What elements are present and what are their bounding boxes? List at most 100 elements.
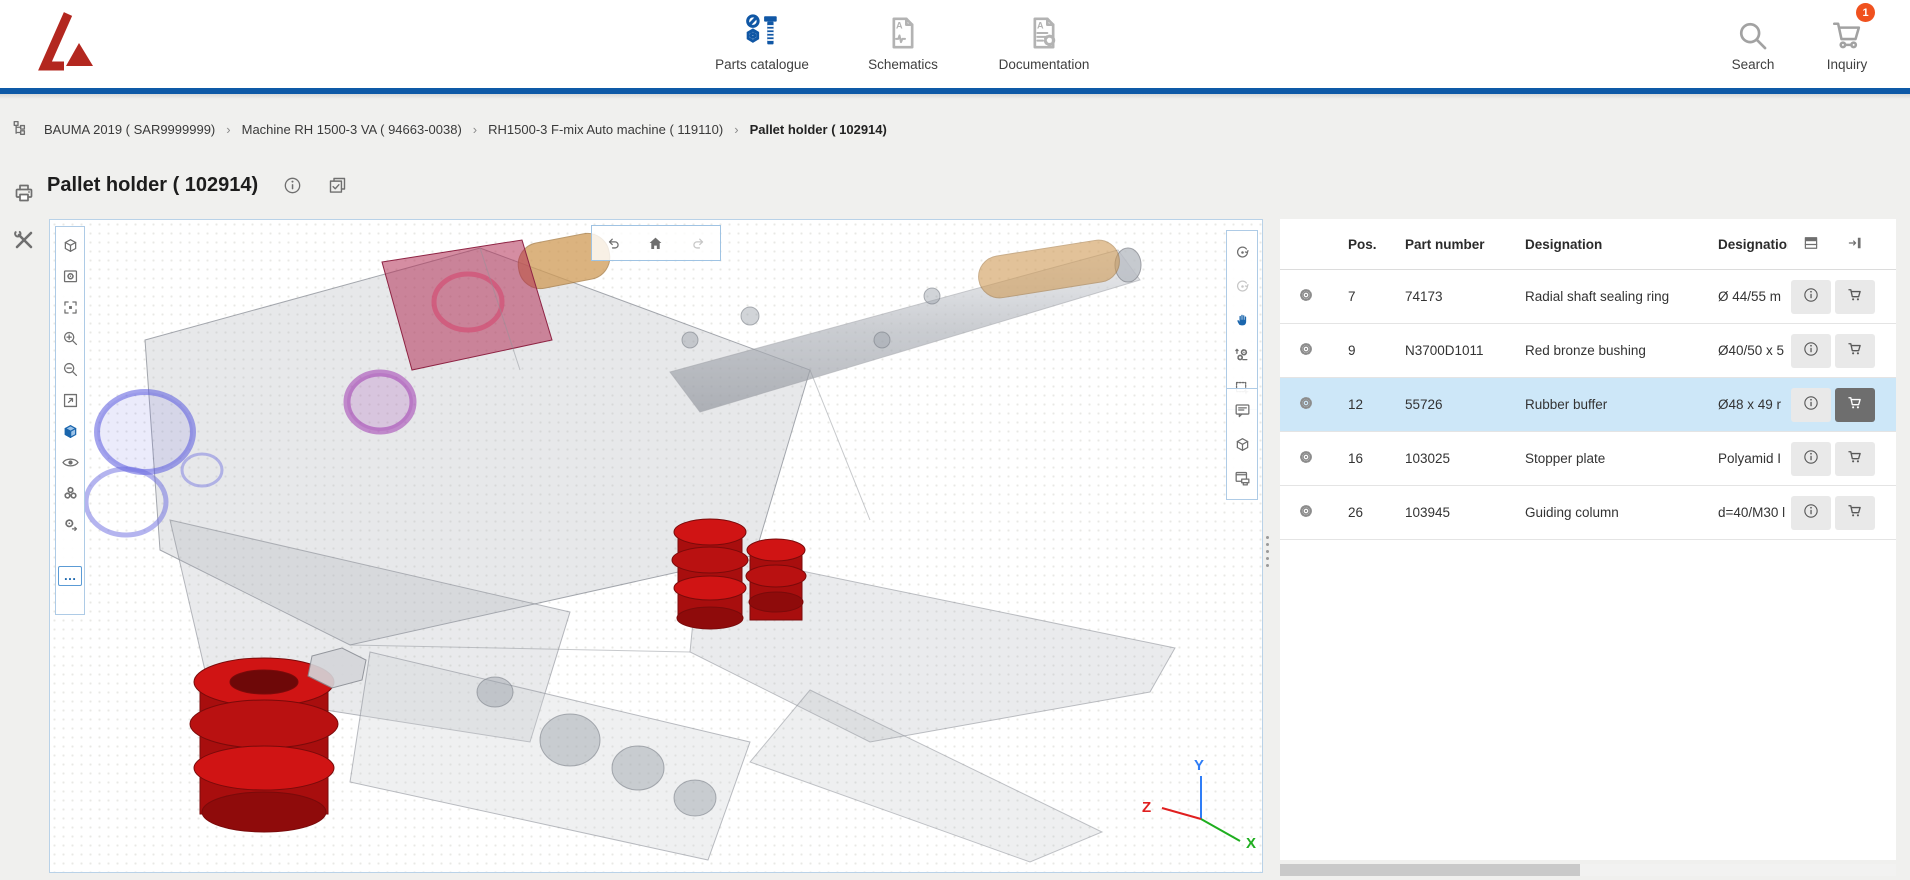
home-view-icon[interactable] <box>644 229 668 257</box>
part-settings-icon[interactable] <box>58 509 82 540</box>
horizontal-scrollbar[interactable] <box>1280 864 1896 876</box>
axis-indicator: Y X Z <box>1142 757 1256 852</box>
svg-text:X: X <box>1246 835 1256 852</box>
parts-table-panel: Pos. Part number Designation Designation… <box>1280 219 1896 860</box>
collapse-panel-icon[interactable] <box>1834 234 1876 255</box>
row-designation: Rubber buffer <box>1509 397 1702 412</box>
add-to-cart-button[interactable] <box>1835 496 1875 530</box>
zoom-in-icon[interactable] <box>58 323 82 354</box>
col-pos[interactable]: Pos. <box>1332 237 1389 252</box>
breadcrumb-separator: › <box>734 122 738 137</box>
shaded-view-icon[interactable] <box>58 416 82 447</box>
nav-schematics[interactable]: A Schematics <box>838 7 968 72</box>
info-button[interactable] <box>1791 280 1831 314</box>
top-header: Parts catalogue A Schematics A <box>0 0 1910 88</box>
nav-label: Schematics <box>868 57 938 72</box>
pan-icon[interactable] <box>1230 303 1254 337</box>
nav-inquiry[interactable]: 1 Inquiry <box>1806 7 1888 72</box>
documentation-icon: A <box>1024 7 1064 53</box>
view-cube-icon[interactable] <box>1230 427 1254 461</box>
table-row[interactable]: 12 55726 Rubber buffer Ø48 x 49 r <box>1280 378 1896 432</box>
svg-text:Y: Y <box>1194 757 1204 774</box>
more-tools-button[interactable]: … <box>58 566 82 586</box>
nav-label: Parts catalogue <box>715 57 809 72</box>
iso-view-icon[interactable] <box>58 230 82 261</box>
col-part-number[interactable]: Part number <box>1389 237 1509 252</box>
row-designation2: Polyamid I <box>1702 451 1788 466</box>
breadcrumb-item[interactable]: RH1500-3 F-mix Auto machine ( 119110) <box>488 122 723 137</box>
row-part-number: 103945 <box>1389 505 1509 520</box>
item-info-icon[interactable] <box>282 175 303 196</box>
col-designation2[interactable]: Designation <box>1702 237 1788 252</box>
search-icon <box>1736 7 1770 53</box>
print-button[interactable] <box>12 181 36 210</box>
capture-icon[interactable] <box>58 261 82 292</box>
app-window: Parts catalogue A Schematics A <box>0 0 1910 880</box>
page-title: Pallet holder ( 102914) <box>47 174 258 197</box>
row-designation: Red bronze bushing <box>1509 343 1702 358</box>
row-designation: Stopper plate <box>1509 451 1702 466</box>
add-to-cart-button[interactable] <box>1835 388 1875 422</box>
row-designation2: d=40/M30 l <box>1702 505 1788 520</box>
table-row[interactable]: 7 74173 Radial shaft sealing ring Ø 44/5… <box>1280 270 1896 324</box>
row-part-number: 74173 <box>1389 289 1509 304</box>
col-designation[interactable]: Designation <box>1509 237 1702 252</box>
fit-to-screen-icon[interactable] <box>58 385 82 416</box>
rotate-alt-icon[interactable] <box>1230 269 1254 303</box>
zoom-out-icon[interactable] <box>58 354 82 385</box>
title-row: Pallet holder ( 102914) <box>47 174 348 197</box>
nav-search[interactable]: Search <box>1712 7 1794 72</box>
header-shadow <box>0 94 1910 99</box>
add-to-cart-button[interactable] <box>1835 334 1875 368</box>
company-logo-icon[interactable] <box>38 10 96 72</box>
undo-icon[interactable] <box>601 229 625 257</box>
info-button[interactable] <box>1791 442 1831 476</box>
table-row[interactable]: 9 N3700D1011 Red bronze bushing Ø40/50 x… <box>1280 324 1896 378</box>
viewer-left-toolbar: … <box>55 226 85 615</box>
visibility-icon[interactable] <box>58 447 82 478</box>
row-part-number: 55726 <box>1389 397 1509 412</box>
utility-navigation: Search 1 Inquiry <box>1712 7 1888 72</box>
nav-label: Search <box>1732 57 1775 72</box>
annotations-icon[interactable] <box>1230 393 1254 427</box>
breadcrumb-items: BAUMA 2019 ( SAR9999999) › Machine RH 1500… <box>44 122 887 137</box>
doc-check-icon[interactable] <box>327 175 348 196</box>
hierarchy-tree-icon[interactable] <box>12 119 30 140</box>
scrollbar-thumb[interactable] <box>1280 864 1580 876</box>
row-part-number: N3700D1011 <box>1389 343 1509 358</box>
info-button[interactable] <box>1791 496 1831 530</box>
redo-icon[interactable] <box>687 229 711 257</box>
viewer-output-toolbar <box>1226 388 1258 500</box>
breadcrumb-item[interactable]: BAUMA 2019 ( SAR9999999) <box>44 122 215 137</box>
add-to-cart-button[interactable] <box>1835 442 1875 476</box>
toggle-columns-icon[interactable] <box>1788 234 1834 255</box>
tools-icon[interactable] <box>12 228 36 257</box>
info-button[interactable] <box>1791 334 1831 368</box>
breadcrumb-item[interactable]: Machine RH 1500-3 VA ( 94663-0038) <box>242 122 462 137</box>
row-pos: 16 <box>1332 451 1389 466</box>
row-settings-gear-icon[interactable] <box>1280 286 1332 307</box>
animation-settings-icon[interactable] <box>1230 337 1254 371</box>
row-pos: 9 <box>1332 343 1389 358</box>
table-row[interactable]: 16 103025 Stopper plate Polyamid I <box>1280 432 1896 486</box>
info-button[interactable] <box>1791 388 1831 422</box>
3d-viewer[interactable]: Y X Z … <box>49 219 1263 873</box>
rotate-icon[interactable] <box>1230 235 1254 269</box>
nav-parts-catalogue[interactable]: Parts catalogue <box>697 7 827 72</box>
row-settings-gear-icon[interactable] <box>1280 394 1332 415</box>
viewer-history-toolbar <box>591 225 721 261</box>
3d-model[interactable]: Y X Z <box>50 220 1262 872</box>
fit-selection-icon[interactable] <box>58 292 82 323</box>
row-pos: 7 <box>1332 289 1389 304</box>
panel-splitter[interactable] <box>1266 536 1269 567</box>
row-pos: 12 <box>1332 397 1389 412</box>
row-settings-gear-icon[interactable] <box>1280 448 1332 469</box>
breadcrumb-separator: › <box>226 122 230 137</box>
table-row[interactable]: 26 103945 Guiding column d=40/M30 l <box>1280 486 1896 540</box>
exploded-view-icon[interactable] <box>58 478 82 509</box>
print-view-icon[interactable] <box>1230 461 1254 495</box>
row-settings-gear-icon[interactable] <box>1280 502 1332 523</box>
row-settings-gear-icon[interactable] <box>1280 340 1332 361</box>
nav-documentation[interactable]: A Documentation <box>979 7 1109 72</box>
add-to-cart-button[interactable] <box>1835 280 1875 314</box>
